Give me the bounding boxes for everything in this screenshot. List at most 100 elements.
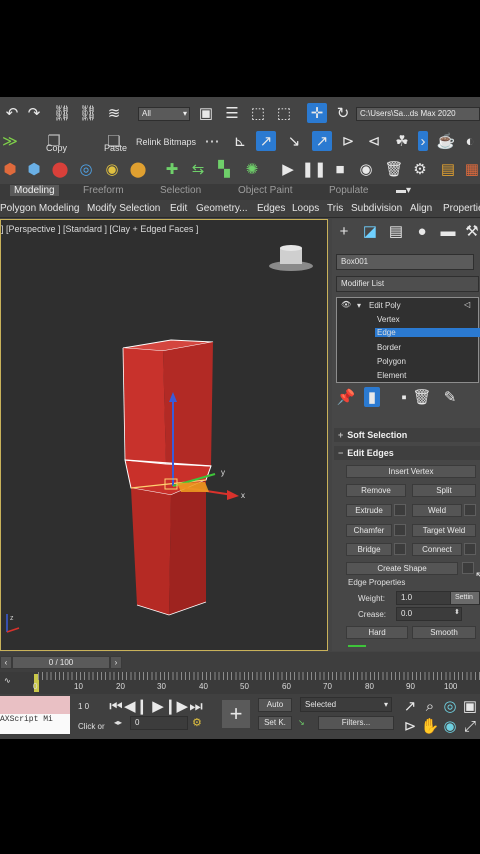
- play-icon[interactable]: ▶: [278, 159, 298, 179]
- scene-explorer-icon[interactable]: ◎: [76, 159, 96, 179]
- key-filter-icon[interactable]: ↘: [298, 718, 305, 727]
- collapse-toolbar-icon[interactable]: ≫: [0, 131, 20, 151]
- set-key-plus-icon[interactable]: +: [222, 700, 250, 728]
- create-tab-icon[interactable]: +: [334, 221, 354, 241]
- ribbon-properties[interactable]: Properties: [443, 203, 480, 214]
- material-editor-icon[interactable]: ◉: [102, 159, 122, 179]
- select-object-icon[interactable]: ▣: [196, 103, 216, 123]
- hard-button[interactable]: Hard: [346, 626, 408, 639]
- ribbon-align[interactable]: Align: [410, 203, 432, 214]
- chamfer-settings-icon[interactable]: [394, 524, 406, 536]
- populate-icon[interactable]: ⬢: [0, 159, 20, 179]
- modify-tab-icon[interactable]: ◪: [360, 221, 380, 241]
- tab-selection[interactable]: Selection: [160, 185, 201, 196]
- weight-spinner[interactable]: 1.0: [396, 591, 452, 605]
- maximize-viewport-icon[interactable]: ⤢: [462, 716, 478, 736]
- select-and-move-icon[interactable]: ✛: [307, 103, 327, 123]
- current-frame-field[interactable]: 0: [130, 716, 188, 730]
- remove-button[interactable]: Remove: [346, 484, 406, 497]
- track-bar[interactable]: ∿ 0 10 20 30 40 50 60 70 80 90 100: [0, 672, 480, 694]
- unlink-icon[interactable]: ⛓: [78, 103, 98, 123]
- record-icon[interactable]: ◉: [356, 159, 376, 179]
- auto-key-button[interactable]: Auto: [258, 698, 292, 712]
- perspective-viewport[interactable]: ] [Perspective ] [Standard ] [Clay + Edg…: [0, 219, 328, 651]
- time-config-icon[interactable]: ⚙: [192, 716, 202, 729]
- ribbon-modify-selection[interactable]: Modify Selection: [87, 203, 160, 214]
- remove-modifier-icon[interactable]: 🗑: [412, 387, 432, 407]
- spinner-snap-icon[interactable]: ↘: [284, 131, 304, 151]
- prev-frame-icon[interactable]: ◀❙: [124, 696, 148, 716]
- ribbon-subdivision[interactable]: Subdivision: [351, 203, 402, 214]
- set-key-button[interactable]: Set K.: [258, 716, 292, 730]
- extrude-button[interactable]: Extrude: [346, 504, 392, 517]
- script-icon[interactable]: ▦: [462, 159, 480, 179]
- utilities-tab-icon[interactable]: ⚒: [462, 221, 480, 241]
- time-slider-thumb[interactable]: 0 / 100: [12, 656, 110, 669]
- sunlight-icon[interactable]: ✺: [242, 159, 262, 179]
- chamfer-button[interactable]: Chamfer: [346, 524, 392, 537]
- xref-icon[interactable]: ⬤: [50, 159, 70, 179]
- grid-icon[interactable]: ▚: [214, 159, 234, 179]
- bind-spacewarp-icon[interactable]: ≋: [104, 103, 124, 123]
- link-icon[interactable]: ⛓: [52, 103, 72, 123]
- project-path-field[interactable]: C:\Users\Sa...ds Max 2020: [356, 107, 480, 121]
- curve-editor-icon[interactable]: ∿: [4, 676, 11, 685]
- settings-icon[interactable]: ⚙: [410, 159, 430, 179]
- zoom-all-icon[interactable]: ⌕: [422, 696, 438, 716]
- insert-vertex-button[interactable]: Insert Vertex: [346, 465, 476, 478]
- maxscript-listener[interactable]: AXScript Mi: [0, 714, 70, 734]
- eye-icon[interactable]: 👁: [341, 300, 351, 309]
- ribbon-loops[interactable]: Loops: [292, 203, 319, 214]
- display-tab-icon[interactable]: ▬: [438, 221, 458, 241]
- make-unique-icon[interactable]: ▪: [394, 387, 414, 407]
- bridge-settings-icon[interactable]: [394, 543, 406, 555]
- select-by-name-icon[interactable]: ☰: [222, 103, 242, 123]
- pin-stack-icon[interactable]: 📌: [336, 387, 356, 407]
- angle-snap-icon[interactable]: ⊾: [230, 131, 250, 151]
- stack-polygon[interactable]: Polygon: [377, 357, 406, 366]
- hierarchy-tab-icon[interactable]: ▤: [386, 221, 406, 241]
- weld-settings-icon[interactable]: [464, 504, 476, 516]
- next-frame-icon[interactable]: ❙▶: [164, 696, 188, 716]
- render-setup-icon[interactable]: ☕: [436, 131, 456, 151]
- goto-start-icon[interactable]: ⏮: [108, 696, 124, 716]
- fps-icon[interactable]: ▤: [438, 159, 458, 179]
- delete-icon[interactable]: 🗑: [384, 159, 404, 179]
- create-shape-button[interactable]: Create Shape: [346, 562, 458, 575]
- filters-button[interactable]: Filters...: [318, 716, 394, 730]
- spinner-arrows-icon[interactable]: ⬍: [454, 608, 460, 616]
- material-browser-icon[interactable]: ⬤: [128, 159, 148, 179]
- redo-icon[interactable]: ↷: [24, 103, 44, 123]
- tab-populate[interactable]: Populate: [329, 185, 368, 196]
- pivot-icon[interactable]: ⇆: [188, 159, 208, 179]
- configure-sets-icon[interactable]: ✎: [440, 387, 460, 407]
- expand-toolbar-icon[interactable]: ›: [418, 131, 428, 151]
- stack-edit-poly[interactable]: Edit Poly: [369, 301, 401, 310]
- connect-button[interactable]: Connect: [412, 543, 462, 556]
- snaps-toggle-icon[interactable]: ⋯: [202, 131, 222, 151]
- rectangular-selection-icon[interactable]: ⬚: [248, 103, 268, 123]
- undo-icon[interactable]: ↶: [2, 103, 22, 123]
- connect-settings-icon[interactable]: [464, 543, 476, 555]
- maxscript-listener-pink[interactable]: [0, 696, 70, 714]
- paste-label[interactable]: Paste: [104, 143, 127, 153]
- stack-element[interactable]: Element: [377, 371, 406, 380]
- stack-edge[interactable]: Edge: [375, 328, 480, 337]
- ribbon-edit[interactable]: Edit: [170, 203, 187, 214]
- expand-arrow-icon[interactable]: ▾: [357, 301, 361, 310]
- ribbon-tris[interactable]: Tris: [327, 203, 343, 214]
- tab-modeling[interactable]: Modeling: [10, 185, 59, 196]
- render-icon[interactable]: ◐: [460, 131, 480, 151]
- transform-gizmo-icon[interactable]: ✚: [162, 159, 182, 179]
- stack-border[interactable]: Border: [377, 343, 401, 352]
- container-icon[interactable]: ⬢: [24, 159, 44, 179]
- modifier-list-dropdown[interactable]: Modifier List: [336, 276, 479, 292]
- pause-icon[interactable]: ❚❚: [301, 159, 326, 179]
- selection-set-dropdown[interactable]: Selected ▾: [300, 697, 392, 712]
- select-and-rotate-icon[interactable]: ↻: [333, 103, 353, 123]
- ribbon-edges[interactable]: Edges: [257, 203, 285, 214]
- pan-hand-icon[interactable]: ✋: [421, 716, 440, 736]
- named-selection-icon[interactable]: ↗: [312, 131, 332, 151]
- field-of-view-icon[interactable]: ⊳: [402, 716, 418, 736]
- percent-snap-icon[interactable]: ↗: [256, 131, 276, 151]
